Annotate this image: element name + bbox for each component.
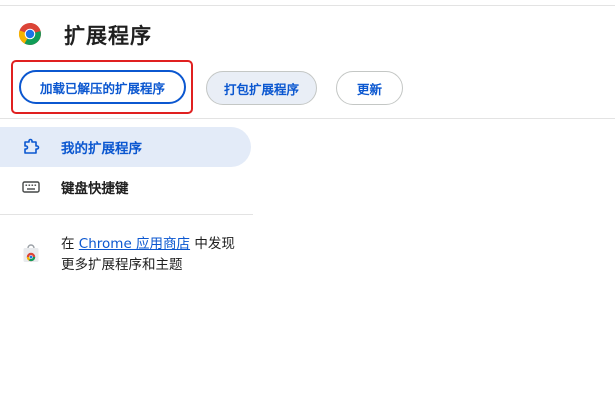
chrome-web-store-link[interactable]: Chrome 应用商店: [79, 236, 190, 252]
highlight-box: [11, 60, 193, 114]
sidebar-item-label: 我的扩展程序: [61, 141, 142, 157]
sidebar-divider: [0, 214, 253, 215]
chrome-logo-icon: [18, 23, 41, 45]
page-header: 扩展程序 加载已解压的扩展程序 打包扩展程序 更新: [0, 6, 615, 118]
sidebar-item-my-extensions[interactable]: 我的扩展程序: [0, 127, 251, 167]
keyboard-icon: [22, 178, 40, 196]
page-title: 扩展程序: [64, 24, 152, 48]
sidebar-item-keyboard-shortcuts[interactable]: 键盘快捷键: [0, 167, 251, 207]
puzzle-piece-icon: [22, 138, 40, 156]
sidebar-item-label: 键盘快捷键: [61, 181, 129, 197]
update-button[interactable]: 更新: [336, 71, 403, 105]
web-store-prefix: 在: [61, 236, 79, 252]
header-divider: [0, 118, 615, 119]
pack-extension-button[interactable]: 打包扩展程序: [206, 71, 317, 105]
web-store-icon: [23, 244, 39, 262]
web-store-text: 在 Chrome 应用商店 中发现更多扩展程序和主题: [61, 234, 246, 276]
